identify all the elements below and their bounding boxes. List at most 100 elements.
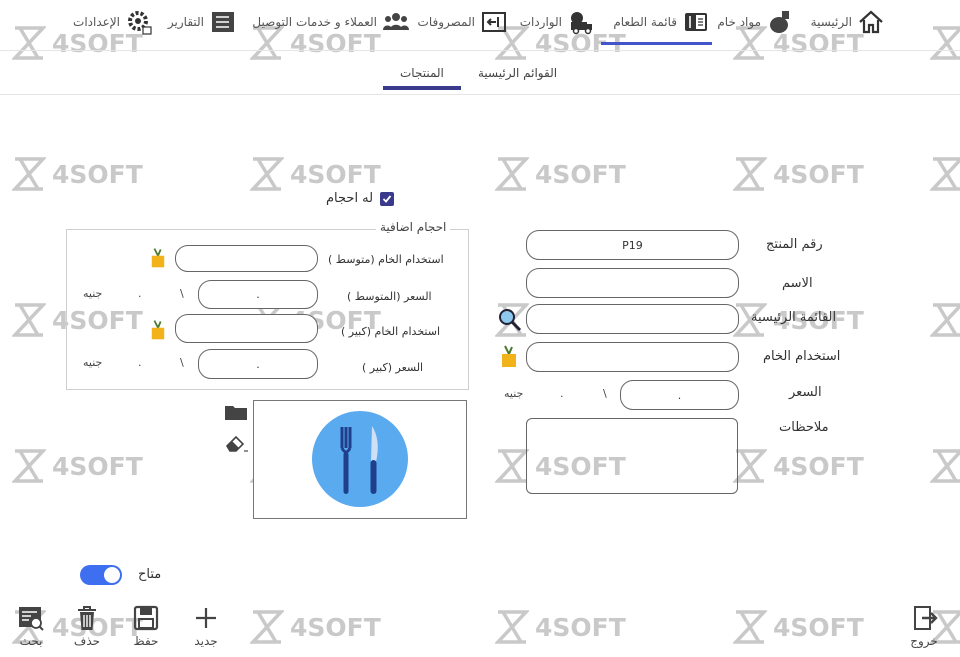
toggle-knob — [104, 567, 120, 583]
tab-main-lists[interactable]: القوائم الرئيسية — [478, 66, 557, 80]
watermark-hourglass-icon — [495, 449, 529, 483]
nav-imports[interactable]: الواردات — [520, 8, 595, 36]
save-button[interactable]: حفظ — [132, 604, 160, 648]
nav-menu[interactable]: قائمة الطعام — [613, 8, 710, 36]
watermark-hourglass-icon — [930, 303, 960, 337]
available-toggle[interactable] — [80, 565, 122, 585]
new-label: جديد — [194, 634, 218, 648]
check-icon — [382, 195, 392, 203]
watermark-hourglass-icon — [495, 157, 529, 191]
watermark-hourglass-icon — [930, 157, 960, 191]
search-icon[interactable] — [497, 307, 523, 333]
main-list-field[interactable] — [526, 304, 739, 334]
watermark-text: 4SOFT — [535, 159, 626, 189]
large-raw-field[interactable] — [175, 314, 318, 343]
medium-price-field[interactable]: . — [198, 280, 318, 309]
main-list-label: القائمة الرئيسية — [751, 310, 837, 325]
medium-price-value: . — [256, 288, 260, 301]
plus-icon — [196, 608, 216, 628]
watermark-logo: 4SOFT — [733, 156, 864, 192]
gear-icon — [128, 11, 152, 35]
watermark-text: 4SOFT — [773, 159, 864, 189]
available-label: متاح — [138, 567, 162, 582]
watermark-logo: 4SOFT — [733, 609, 864, 645]
folder-icon[interactable] — [224, 403, 248, 421]
nav-reports[interactable]: التقارير — [168, 8, 237, 36]
watermark-hourglass-icon — [12, 449, 46, 483]
medium-raw-label: استخدام الخام (متوسط ) — [328, 253, 444, 266]
price-currency: جنيه — [504, 387, 524, 400]
watermark-text: 4SOFT — [535, 612, 626, 642]
search-list-icon — [19, 607, 44, 631]
watermark-hourglass-icon — [733, 449, 767, 483]
watermark-logo: 4SOFT — [495, 609, 626, 645]
watermark-logo: 4SOFT — [733, 448, 864, 484]
users-group-icon — [383, 13, 409, 30]
top-nav: الرئيسية مواد خام قائمة الطعام الواردات … — [0, 0, 960, 51]
eraser-icon[interactable] — [224, 433, 248, 453]
medium-raw-field[interactable] — [175, 245, 318, 272]
watermark-text: 4SOFT — [773, 612, 864, 642]
large-price-value: . — [256, 357, 260, 371]
watermark-hourglass-icon — [495, 610, 529, 644]
nav-reports-label: التقارير — [167, 15, 204, 29]
nav-imports-label: الواردات — [519, 15, 562, 29]
raw-materials-icon — [770, 11, 789, 33]
watermark-hourglass-icon — [930, 449, 960, 483]
grocery-bag-icon[interactable] — [150, 318, 166, 341]
nav-customers[interactable]: العملاء و خدمات التوصيل — [252, 8, 410, 36]
exit-label: خروج — [910, 634, 938, 648]
large-raw-label: استخدام الخام (كبير ) — [341, 325, 441, 338]
medium-price-currency: جنيه — [83, 287, 103, 300]
trash-icon — [78, 606, 96, 630]
watermark-hourglass-icon — [12, 157, 46, 191]
exit-button[interactable]: خروج — [910, 604, 938, 648]
product-number-value: P19 — [622, 238, 643, 252]
new-button[interactable]: جديد — [192, 604, 220, 648]
save-icon — [133, 605, 159, 631]
watermark-text: 4SOFT — [52, 159, 143, 189]
grocery-bag-icon[interactable] — [150, 246, 166, 269]
delete-label: حذف — [73, 634, 101, 648]
large-price-currency: جنيه — [83, 356, 103, 369]
name-field[interactable] — [526, 268, 739, 298]
nav-settings[interactable]: الإعدادات — [73, 8, 153, 36]
raw-usage-field[interactable] — [526, 342, 739, 372]
price-value: . — [677, 388, 682, 402]
tab-active-indicator — [383, 86, 461, 90]
tab-products[interactable]: المنتجات — [400, 66, 444, 80]
search-button[interactable]: بحث — [17, 604, 45, 648]
medium-price-zero: . — [138, 287, 142, 300]
watermark-text: 4SOFT — [290, 159, 381, 189]
watermark-logo — [930, 448, 960, 484]
menu-book-icon — [685, 13, 707, 31]
has-sizes-checkbox[interactable] — [380, 192, 394, 206]
medium-price-separator: \ — [180, 287, 184, 300]
watermark-text: 4SOFT — [52, 451, 143, 481]
large-price-field[interactable]: . — [198, 349, 318, 379]
cutlery-plate-icon — [312, 411, 408, 507]
expenses-icon — [482, 12, 506, 32]
price-label: السعر — [789, 385, 822, 400]
nav-raw-materials-label: مواد خام — [717, 15, 761, 29]
sub-tabs: القوائم الرئيسية المنتجات — [0, 52, 960, 95]
exit-icon — [914, 606, 938, 630]
large-price-separator: \ — [180, 356, 184, 369]
nav-home[interactable]: الرئيسية — [811, 8, 885, 36]
watermark-logo — [930, 156, 960, 192]
watermark-logo: 4SOFT — [250, 156, 381, 192]
notes-label: ملاحظات — [779, 420, 829, 435]
nav-expenses-label: المصروفات — [417, 15, 475, 29]
product-number-field[interactable]: P19 — [526, 230, 739, 260]
name-label: الاسم — [782, 276, 813, 291]
nav-menu-label: قائمة الطعام — [613, 15, 677, 29]
nav-raw-materials[interactable]: مواد خام — [717, 8, 794, 36]
grocery-bag-icon[interactable] — [500, 344, 518, 368]
price-field[interactable]: . — [620, 380, 739, 410]
product-image-box[interactable] — [253, 400, 467, 519]
watermark-text: 4SOFT — [290, 612, 381, 642]
notes-textarea[interactable] — [526, 418, 738, 494]
watermark-hourglass-icon — [250, 610, 284, 644]
delete-button[interactable]: حذف — [73, 604, 101, 648]
nav-expenses[interactable]: المصروفات — [418, 8, 508, 36]
